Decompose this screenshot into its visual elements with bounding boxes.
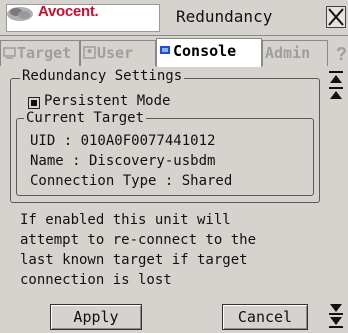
scroll-down-icon[interactable] [328, 302, 344, 330]
close-icon [328, 8, 344, 26]
tab-target[interactable]: Target [0, 40, 80, 66]
tab-target-label: Target [17, 44, 72, 62]
tab-console-label: Console [173, 42, 237, 60]
cancel-button[interactable]: Cancel [222, 304, 308, 330]
description-line-1: If enabled this unit will [20, 212, 231, 228]
description-line-4: connection is lost [20, 272, 172, 288]
persistent-mode-checkbox[interactable] [28, 97, 40, 109]
tab-console[interactable]: Console [156, 38, 262, 67]
persistent-mode-label[interactable]: Persistent Mode [44, 93, 170, 109]
uid-value: UID : 010A0F0077441012 [30, 133, 216, 149]
description-line-2: attempt to re-connect to the [20, 232, 257, 248]
tab-user[interactable]: User [80, 40, 156, 66]
name-value: Name : Discovery-usbdm [30, 153, 216, 169]
current-target-label: Current Target [24, 110, 147, 126]
avocent-logo-icon [7, 7, 33, 21]
scroll-up-icon[interactable] [328, 70, 344, 102]
tab-admin[interactable]: Admin [262, 40, 328, 66]
close-button[interactable] [326, 6, 346, 28]
connection-type-value: Connection Type : Shared [30, 173, 233, 189]
tab-admin-label: Admin [265, 44, 311, 62]
apply-button[interactable]: Apply [50, 304, 142, 330]
help-icon[interactable]: ? [336, 44, 347, 65]
target-icon [3, 47, 16, 59]
console-icon [160, 46, 170, 54]
window-title: Redundancy [176, 7, 273, 26]
brand-name: Avocent. [38, 3, 99, 20]
redundancy-settings-label: Redundancy Settings [20, 68, 185, 84]
user-icon [83, 46, 96, 59]
description-line-3: last known target if target [20, 252, 248, 268]
tab-user-label: User [97, 44, 134, 62]
